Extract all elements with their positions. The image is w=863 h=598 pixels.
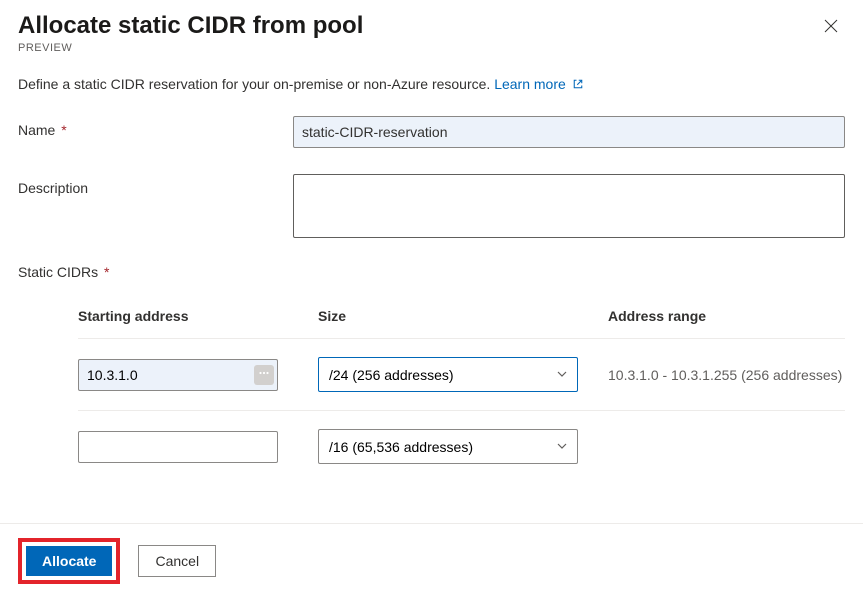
- size-select-value: /24 (256 addresses): [329, 367, 454, 383]
- size-select[interactable]: /16 (65,536 addresses): [318, 429, 578, 464]
- table-row: /24 (256 addresses) 10.3.1.0 - 10.3.1.25…: [78, 339, 845, 411]
- table-row: /16 (65,536 addresses): [78, 411, 845, 482]
- static-cidrs-label-text: Static CIDRs: [18, 264, 98, 280]
- name-label: Name *: [18, 116, 293, 148]
- name-label-text: Name: [18, 122, 55, 138]
- footer: Allocate Cancel: [0, 523, 863, 598]
- intro-description: Define a static CIDR reservation for you…: [18, 76, 494, 92]
- col-starting-address: Starting address: [78, 308, 308, 324]
- close-button[interactable]: [817, 12, 845, 43]
- page-title: Allocate static CIDR from pool: [18, 12, 363, 40]
- size-select[interactable]: /24 (256 addresses): [318, 357, 578, 392]
- allocate-highlight: Allocate: [18, 538, 120, 584]
- preview-badge: PREVIEW: [18, 42, 363, 54]
- ellipsis-icon: [258, 367, 270, 382]
- col-size: Size: [318, 308, 598, 324]
- required-indicator: *: [100, 264, 109, 280]
- starting-address-input[interactable]: [78, 431, 278, 463]
- size-select-value: /16 (65,536 addresses): [329, 439, 473, 455]
- starting-address-input[interactable]: [78, 359, 278, 391]
- allocate-button[interactable]: Allocate: [26, 546, 112, 576]
- required-indicator: *: [57, 122, 66, 138]
- close-icon: [823, 22, 839, 37]
- learn-more-link[interactable]: Learn more: [494, 76, 583, 92]
- static-cidrs-label: Static CIDRs *: [18, 264, 845, 280]
- name-input[interactable]: [293, 116, 845, 148]
- description-input[interactable]: [293, 174, 845, 238]
- table-header: Starting address Size Address range: [78, 308, 845, 339]
- address-picker-button[interactable]: [254, 365, 274, 385]
- cancel-button[interactable]: Cancel: [138, 545, 216, 577]
- cidr-table: Starting address Size Address range /24 …: [18, 308, 845, 482]
- external-link-icon: [570, 76, 584, 92]
- description-label: Description: [18, 174, 293, 238]
- address-range-text: 10.3.1.0 - 10.3.1.255 (256 addresses): [608, 367, 845, 383]
- intro-text: Define a static CIDR reservation for you…: [18, 76, 845, 92]
- learn-more-label: Learn more: [494, 76, 566, 92]
- col-address-range: Address range: [608, 308, 845, 324]
